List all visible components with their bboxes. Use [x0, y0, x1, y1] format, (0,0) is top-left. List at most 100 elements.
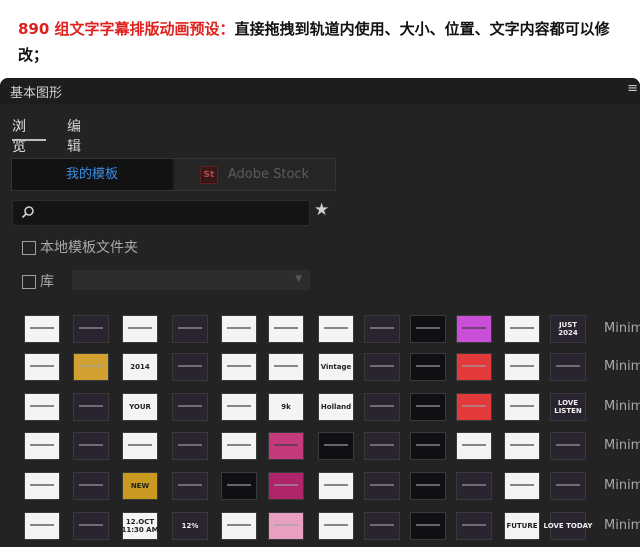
template-thumbnail[interactable] [550, 432, 586, 460]
search-input[interactable] [43, 203, 307, 223]
template-thumbnail[interactable]: LOVE LISTEN [550, 393, 586, 421]
template-thumbnail[interactable] [504, 353, 540, 381]
template-thumbnail[interactable] [410, 512, 446, 540]
template-thumbnail[interactable] [410, 315, 446, 343]
tab-edit[interactable]: 编辑 [67, 116, 81, 156]
template-thumbnail[interactable] [550, 472, 586, 500]
template-thumbnail[interactable] [172, 472, 208, 500]
template-thumbnail[interactable] [268, 512, 304, 540]
template-thumbnail[interactable] [456, 393, 492, 421]
template-thumbnail[interactable] [410, 432, 446, 460]
template-thumbnail[interactable] [364, 393, 400, 421]
template-thumbnail[interactable] [504, 472, 540, 500]
template-thumbnail[interactable] [364, 353, 400, 381]
search-field[interactable] [12, 200, 310, 226]
template-thumbnail[interactable] [24, 432, 60, 460]
template-thumbnail[interactable] [550, 353, 586, 381]
my-templates-button[interactable]: 我的模板 [12, 159, 172, 190]
template-thumbnail[interactable] [456, 432, 492, 460]
template-thumbnail[interactable] [410, 393, 446, 421]
template-thumbnail[interactable] [456, 353, 492, 381]
adobe-stock-button[interactable]: St Adobe Stock [174, 159, 335, 190]
library-checkbox[interactable] [22, 275, 36, 289]
template-thumbnail[interactable] [364, 472, 400, 500]
template-thumbnail[interactable] [410, 353, 446, 381]
template-thumbnail[interactable] [221, 472, 257, 500]
template-thumbnail[interactable]: 12.OCT 11:30 AM [121, 512, 159, 540]
template-name-label: Minim [604, 399, 640, 414]
local-templates-option[interactable]: 本地模板文件夹 [22, 237, 138, 257]
template-thumbnail[interactable] [122, 315, 158, 343]
menu-icon[interactable]: ≡ [627, 81, 638, 96]
thumbnail-graphic [274, 484, 298, 487]
template-thumbnail[interactable] [504, 393, 540, 421]
template-thumbnail[interactable]: FUTURE [504, 512, 540, 540]
template-thumbnail[interactable]: 12% [172, 512, 208, 540]
template-thumbnail[interactable] [24, 472, 60, 500]
template-thumbnail[interactable] [24, 393, 60, 421]
thumbnail-graphic [274, 524, 298, 527]
template-thumbnail[interactable] [268, 315, 304, 343]
template-thumbnail[interactable] [73, 393, 109, 421]
template-thumbnail[interactable] [318, 432, 354, 460]
tab-browse[interactable]: 浏览 [12, 116, 26, 156]
thumbnail-text: 9k [281, 403, 291, 411]
template-thumbnail[interactable] [221, 393, 257, 421]
thumbnail-text: Vintage [320, 363, 352, 371]
template-thumbnail[interactable] [504, 432, 540, 460]
template-thumbnail[interactable] [73, 353, 109, 381]
template-thumbnail[interactable] [318, 472, 354, 500]
template-thumbnail[interactable] [364, 512, 400, 540]
library-option[interactable]: 库 [22, 271, 54, 291]
thumbnail-text: YOUR [129, 403, 151, 411]
template-thumbnail[interactable]: JUST 2024 [550, 315, 586, 343]
template-thumbnail[interactable] [172, 353, 208, 381]
template-thumbnail[interactable] [73, 315, 109, 343]
template-thumbnail[interactable] [364, 432, 400, 460]
library-dropdown[interactable]: ▼ [72, 270, 310, 290]
template-thumbnail[interactable] [364, 315, 400, 343]
template-thumbnail[interactable] [318, 512, 354, 540]
template-thumbnail[interactable] [24, 512, 60, 540]
template-thumbnail[interactable] [221, 353, 257, 381]
template-thumbnail[interactable] [410, 472, 446, 500]
local-templates-checkbox[interactable] [22, 241, 36, 255]
template-thumbnail[interactable] [268, 432, 304, 460]
thumbnail-graphic [274, 365, 298, 368]
local-templates-label: 本地模板文件夹 [40, 240, 138, 256]
template-thumbnail[interactable] [268, 353, 304, 381]
template-thumbnail[interactable] [318, 315, 354, 343]
template-thumbnail[interactable] [221, 512, 257, 540]
thumbnail-graphic [510, 405, 534, 408]
thumbnail-graphic [416, 405, 440, 408]
template-thumbnail[interactable] [24, 315, 60, 343]
template-thumbnail[interactable] [122, 432, 158, 460]
template-thumbnail[interactable] [172, 315, 208, 343]
template-thumbnail[interactable]: NEW [122, 472, 158, 500]
template-thumbnail[interactable]: 2014 [122, 353, 158, 381]
thumbnail-graphic [416, 365, 440, 368]
template-thumbnail[interactable]: Vintage [318, 353, 354, 381]
template-thumbnail[interactable] [73, 472, 109, 500]
template-thumbnail[interactable] [172, 393, 208, 421]
template-thumbnail[interactable] [504, 315, 540, 343]
template-name-label: Minim [604, 438, 640, 453]
star-icon[interactable]: ★ [314, 200, 329, 220]
template-thumbnail[interactable] [73, 432, 109, 460]
template-thumbnail[interactable] [456, 315, 492, 343]
template-thumbnail[interactable]: YOUR [122, 393, 158, 421]
template-thumbnail[interactable] [24, 353, 60, 381]
library-label: 库 [40, 274, 54, 290]
template-thumbnail[interactable] [73, 512, 109, 540]
template-thumbnail[interactable] [456, 472, 492, 500]
essential-graphics-panel: 基本图形 ≡ 浏览 编辑 我的模板 St Adobe Stock ★ 本地模板文件… [0, 78, 640, 547]
template-thumbnail[interactable]: Holland [318, 393, 354, 421]
template-thumbnail[interactable] [172, 432, 208, 460]
template-thumbnail[interactable] [221, 432, 257, 460]
template-thumbnail[interactable] [221, 315, 257, 343]
template-thumbnail[interactable]: 9k [268, 393, 304, 421]
template-thumbnail[interactable]: LOVE TODAY [544, 512, 592, 540]
thumbnail-text: 12.OCT 11:30 AM [121, 518, 159, 534]
template-thumbnail[interactable] [456, 512, 492, 540]
template-thumbnail[interactable] [268, 472, 304, 500]
